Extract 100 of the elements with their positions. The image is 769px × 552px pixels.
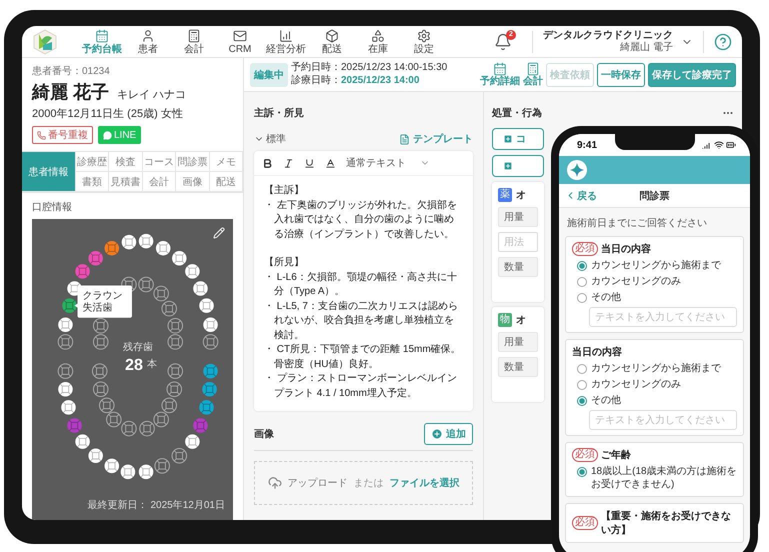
tooth-icon: [156, 240, 170, 256]
bullet-text: ・ プラン：ストローマンボーンレベルインプラント 4.1 / 10mm埋入予定。: [264, 372, 458, 400]
nav-item[interactable]: 配送: [310, 28, 354, 54]
choose-file-link[interactable]: ファイルを選択: [390, 476, 460, 490]
template-button[interactable]: テンプレート: [399, 132, 473, 146]
radio-button[interactable]: [577, 467, 587, 477]
nav-item[interactable]: 患者: [126, 28, 170, 54]
tab[interactable]: 配送: [210, 172, 243, 192]
tooth-icon: [92, 334, 108, 350]
nav-item[interactable]: 会計: [172, 28, 216, 54]
option-label[interactable]: カウンセリングから施術まで: [591, 259, 721, 272]
plus-icon: [431, 428, 443, 440]
page-title: 問診票: [640, 190, 670, 202]
add-treatment-button[interactable]: コ: [492, 128, 544, 150]
tab[interactable]: 見積書: [109, 172, 143, 192]
tooth-icon: [62, 298, 77, 313]
tooth-icon: [166, 382, 182, 398]
nav-item[interactable]: 経営分析: [264, 28, 308, 54]
radio-button[interactable]: [577, 364, 587, 374]
text-input-field[interactable]: テキストを入力してください: [589, 410, 737, 430]
toolbar-icon-button[interactable]: 会計: [523, 62, 543, 87]
tab[interactable]: 画像: [176, 172, 210, 192]
text-editor[interactable]: [254, 151, 473, 411]
nav-item[interactable]: CRM: [218, 28, 262, 54]
tooth-icon: [199, 298, 214, 313]
action-button[interactable]: 一時保存: [597, 62, 645, 86]
tooth-icon: [122, 234, 136, 250]
tooth-icon: [67, 418, 82, 433]
tooth-icon: [138, 276, 154, 292]
help-icon[interactable]: [714, 32, 732, 50]
italic-icon[interactable]: [283, 158, 294, 168]
bullet-text: ・ L-L5, 7：支台歯の二次カリエスは認められないが、咬合負担を考慮し単独植立を検討。: [264, 300, 459, 342]
option-label[interactable]: カウンセリングのみ: [591, 275, 681, 288]
input-field[interactable]: 用法: [498, 232, 538, 252]
add-treatment-button[interactable]: [492, 155, 544, 177]
bar-chart-icon: [279, 28, 293, 42]
upload-dropzone[interactable]: アップロード または ファイルを選択: [254, 461, 473, 505]
option-label[interactable]: その他: [591, 291, 621, 304]
tab[interactable]: 患者情報: [22, 152, 76, 192]
tooth-icon: [203, 364, 218, 378]
bold-icon[interactable]: [262, 158, 273, 168]
option-label[interactable]: 18歳以上(18歳未満の方は施術をお受けできません): [591, 465, 737, 491]
text-style-dropdown[interactable]: 通常テキスト: [346, 156, 430, 170]
radio-button[interactable]: [577, 261, 587, 271]
tab[interactable]: 診療歴: [76, 152, 110, 172]
action-button[interactable]: 保存して診療完了: [648, 62, 736, 86]
remaining-teeth-count: 28: [125, 356, 143, 374]
tab[interactable]: 検査: [109, 152, 143, 172]
option-label[interactable]: カウンセリングから施術まで: [591, 362, 721, 375]
bell-icon[interactable]: [494, 32, 512, 50]
template-set-toggle[interactable]: 標準: [254, 132, 286, 146]
option-label[interactable]: カウンセリングのみ: [591, 378, 681, 391]
tooth-icon: [99, 398, 115, 414]
nav-item[interactable]: 設定: [402, 28, 446, 54]
battery-icon: [726, 140, 736, 150]
shapes-icon: [371, 28, 385, 42]
tab[interactable]: 問診票: [176, 152, 210, 172]
clinic-name[interactable]: デンタルクラウドクリニック: [543, 30, 673, 42]
tooth-icon: [193, 281, 208, 296]
radio-button[interactable]: [577, 380, 587, 390]
tooth-icon: [88, 448, 103, 464]
radio-button[interactable]: [577, 293, 587, 303]
tab[interactable]: 書類: [76, 172, 110, 192]
tab[interactable]: メモ: [210, 152, 243, 172]
question-title: 当日の内容: [601, 242, 651, 256]
remaining-teeth-unit: 本: [147, 359, 158, 370]
section-heading: 【所見】: [264, 256, 305, 270]
calendar-icon: [95, 28, 109, 42]
tooth-icon: [120, 464, 136, 480]
required-badge: 必須: [572, 242, 598, 256]
cloud-upload-icon: [268, 476, 282, 490]
tab[interactable]: コース: [142, 152, 176, 172]
option-label[interactable]: その他: [591, 394, 621, 407]
plus-icon: [503, 161, 513, 171]
text-color-icon[interactable]: [325, 158, 336, 168]
tab[interactable]: 会計: [142, 172, 176, 192]
text-input-field[interactable]: テキストを入力してください: [589, 307, 737, 327]
calculator-icon: [187, 28, 201, 42]
intro-text: 施術前日までにご回答ください: [566, 216, 708, 230]
tooth-icon: [58, 334, 74, 350]
tooth-icon: [199, 400, 214, 415]
add-button[interactable]: 追加: [424, 423, 473, 445]
pencil-icon[interactable]: [213, 227, 225, 239]
tooth-icon: [153, 412, 169, 428]
tooth-icon: [121, 420, 137, 436]
signal-icon: [702, 140, 712, 150]
radio-button[interactable]: [577, 396, 587, 406]
section-title: 画像: [254, 428, 274, 441]
tooth-icon: [92, 382, 108, 398]
underline-icon[interactable]: [304, 158, 315, 168]
radio-button[interactable]: [577, 277, 587, 287]
nav-item[interactable]: 在庫: [356, 28, 400, 54]
toolbar-icon-button[interactable]: 予約詳細: [480, 62, 520, 87]
category-badge: 薬: [498, 188, 512, 202]
question-title: ご年齢: [601, 448, 631, 462]
field-label: 用量: [498, 207, 538, 227]
back-link[interactable]: 戻る: [565, 188, 597, 202]
status-badge: 編集中: [250, 62, 288, 86]
status-time: 9:41: [577, 140, 598, 150]
nav-item[interactable]: 予約台帳: [80, 28, 124, 54]
